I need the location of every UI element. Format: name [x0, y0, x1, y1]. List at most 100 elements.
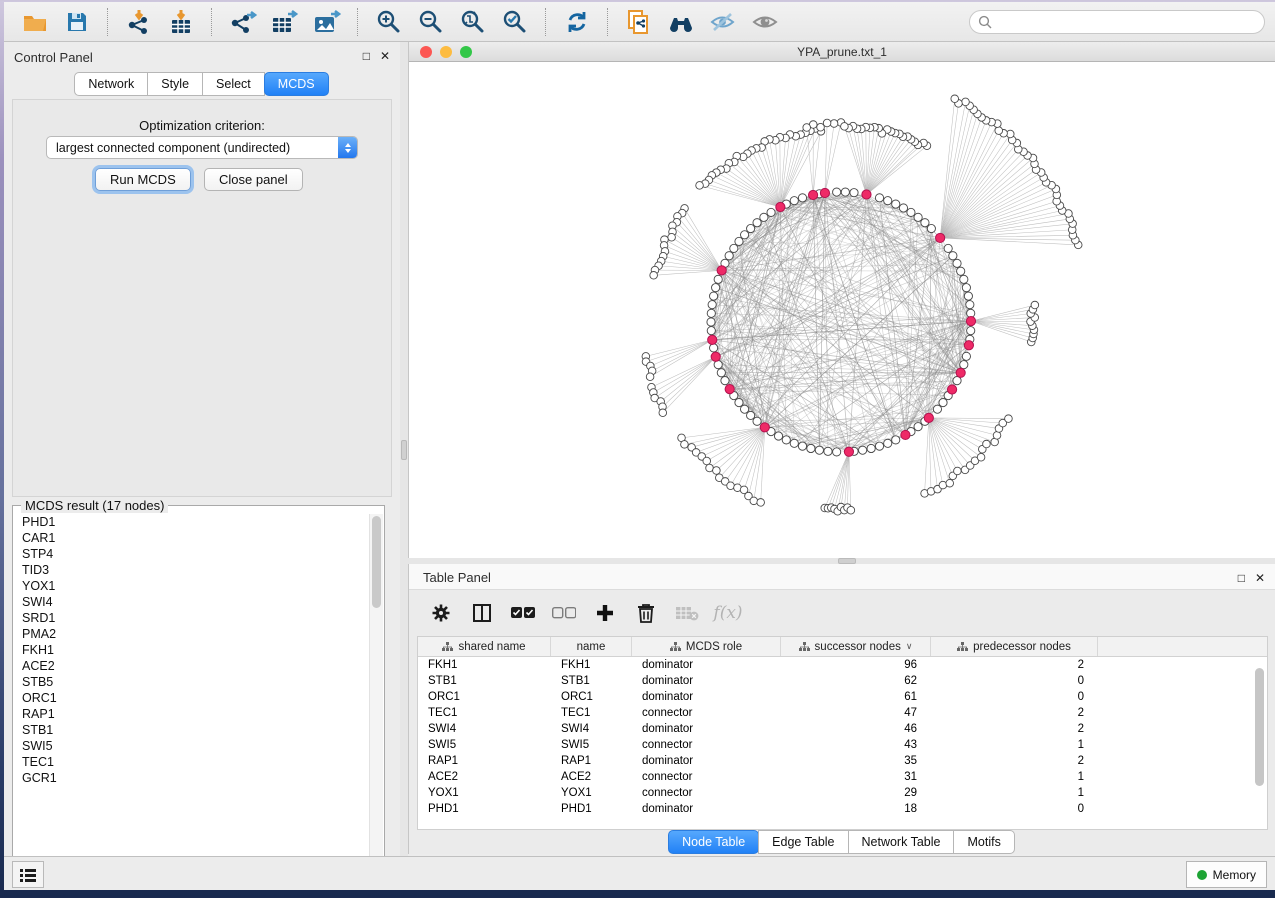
mcds-result-item[interactable]: STB1	[14, 722, 371, 738]
deselect-all-icon[interactable]	[552, 601, 576, 625]
table-row[interactable]: STB1STB1dominator620	[418, 673, 1267, 689]
first-neighbors-icon[interactable]	[666, 8, 696, 36]
network-view-window: YPA_prune.txt_1	[408, 42, 1275, 558]
splitter-handle[interactable]	[401, 440, 407, 460]
hide-selected-icon[interactable]	[708, 8, 738, 36]
optimization-criterion-label: Optimization criterion:	[13, 118, 391, 133]
mcds-result-list[interactable]: PHD1CAR1STP4TID3YOX1SWI4SRD1PMA2FKH1ACE2…	[14, 514, 371, 875]
table-row[interactable]: YOX1YOX1connector291	[418, 785, 1267, 801]
table-row[interactable]: ORC1ORC1dominator610	[418, 689, 1267, 705]
cytoscape-window: Control Panel □ ✕ NetworkStyleSelectMCDS…	[4, 2, 1275, 890]
table-row[interactable]: SWI4SWI4dominator462	[418, 721, 1267, 737]
float-panel-icon[interactable]: □	[363, 49, 370, 63]
tab-node-table[interactable]: Node Table	[668, 830, 759, 854]
mcds-result-item[interactable]: SWI5	[14, 738, 371, 754]
mcds-result-item[interactable]: PMA2	[14, 626, 371, 642]
export-image-icon[interactable]	[312, 8, 342, 36]
mcds-list-scrollbar[interactable]	[369, 514, 383, 875]
mcds-result-item[interactable]: CAR1	[14, 530, 371, 546]
table-scrollbar[interactable]	[1254, 658, 1265, 825]
mcds-result-item[interactable]: TEC1	[14, 754, 371, 770]
mcds-hub-node	[964, 341, 973, 350]
mcds-result-item[interactable]: ORC1	[14, 690, 371, 706]
show-columns-icon[interactable]	[470, 601, 494, 625]
table-row[interactable]: RAP1RAP1dominator352	[418, 753, 1267, 769]
refresh-view-icon[interactable]	[562, 8, 592, 36]
mcds-result-item[interactable]: TID3	[14, 562, 371, 578]
zoom-out-icon[interactable]	[416, 8, 446, 36]
network-window-titlebar[interactable]: YPA_prune.txt_1	[409, 42, 1275, 62]
import-table-icon[interactable]	[166, 8, 196, 36]
export-network-icon[interactable]	[228, 8, 258, 36]
panel-menu-button[interactable]	[12, 861, 44, 888]
open-session-icon[interactable]	[20, 8, 50, 36]
status-bar: Memory	[4, 856, 1275, 890]
column-attribute-icon	[442, 642, 453, 652]
zoom-selected-icon[interactable]	[500, 8, 530, 36]
import-network-icon[interactable]	[124, 8, 154, 36]
table-options-gear-icon[interactable]	[429, 601, 453, 625]
close-panel-icon[interactable]: ✕	[380, 49, 390, 63]
column-header-predecessor-nodes[interactable]: predecessor nodes	[931, 637, 1098, 656]
mcds-result-item[interactable]: SWI4	[14, 594, 371, 610]
memory-status-icon	[1197, 870, 1207, 880]
float-panel-icon[interactable]: □	[1238, 571, 1245, 585]
table-body[interactable]: FKH1FKH1dominator962STB1STB1dominator620…	[418, 657, 1267, 817]
mcds-result-item[interactable]: GCR1	[14, 770, 371, 786]
mcds-result-item[interactable]: STB5	[14, 674, 371, 690]
table-row[interactable]: PHD1PHD1dominator180	[418, 801, 1267, 817]
table-panel-title: Table Panel	[423, 570, 491, 585]
add-row-icon[interactable]	[593, 601, 617, 625]
select-all-icon[interactable]	[511, 601, 535, 625]
mcds-result-item[interactable]: RAP1	[14, 706, 371, 722]
search-field[interactable]	[969, 10, 1265, 34]
export-table-icon[interactable]	[270, 8, 300, 36]
tab-network-table[interactable]: Network Table	[848, 830, 955, 854]
network-canvas[interactable]	[409, 62, 1275, 558]
criterion-dropdown[interactable]: largest connected component (undirected)	[46, 136, 358, 159]
list-icon	[20, 868, 36, 882]
mcds-tab-content: Optimization criterion: largest connecte…	[12, 99, 392, 497]
table-header-row[interactable]: shared namenameMCDS rolesuccessor nodes∨…	[418, 637, 1267, 657]
mcds-result-legend: MCDS result (17 nodes)	[21, 498, 168, 513]
tab-network[interactable]: Network	[74, 72, 148, 96]
close-panel-icon[interactable]: ✕	[1255, 571, 1265, 585]
mcds-result-item[interactable]: SRD1	[14, 610, 371, 626]
table-tabs: Node TableEdge TableNetwork TableMotifs	[409, 830, 1275, 854]
table-row[interactable]: TEC1TEC1connector472	[418, 705, 1267, 721]
mcds-result-item[interactable]: STP4	[14, 546, 371, 562]
search-input[interactable]	[997, 14, 1264, 30]
tab-motifs[interactable]: Motifs	[953, 830, 1014, 854]
run-mcds-button[interactable]: Run MCDS	[95, 168, 191, 191]
tab-select[interactable]: Select	[202, 72, 265, 96]
column-attribute-icon	[670, 642, 681, 652]
node-table[interactable]: shared namenameMCDS rolesuccessor nodes∨…	[417, 636, 1268, 830]
column-header-successor-nodes[interactable]: successor nodes∨	[781, 637, 931, 656]
network-graph	[409, 62, 1275, 558]
tab-edge-table[interactable]: Edge Table	[758, 830, 848, 854]
clone-network-icon[interactable]	[624, 8, 654, 36]
table-row[interactable]: FKH1FKH1dominator962	[418, 657, 1267, 673]
save-session-icon[interactable]	[62, 8, 92, 36]
mcds-result-item[interactable]: PHD1	[14, 514, 371, 530]
tab-mcds[interactable]: MCDS	[264, 72, 329, 96]
close-panel-button[interactable]: Close panel	[204, 168, 303, 191]
mcds-result-group: MCDS result (17 nodes) PHD1CAR1STP4TID3Y…	[12, 505, 385, 877]
mcds-hub-node	[760, 423, 769, 432]
delete-rows-trash-icon[interactable]	[634, 601, 658, 625]
tab-style[interactable]: Style	[147, 72, 203, 96]
vertical-splitter[interactable]	[400, 42, 408, 856]
mcds-result-item[interactable]: YOX1	[14, 578, 371, 594]
sort-chevron-icon: ∨	[906, 641, 913, 652]
mcds-result-item[interactable]: ACE2	[14, 658, 371, 674]
show-hidden-icon[interactable]	[750, 8, 780, 36]
column-header-MCDS-role[interactable]: MCDS role	[632, 637, 781, 656]
column-header-shared-name[interactable]: shared name	[418, 637, 551, 656]
table-row[interactable]: ACE2ACE2connector311	[418, 769, 1267, 785]
column-header-name[interactable]: name	[551, 637, 632, 656]
zoom-fit-icon[interactable]	[458, 8, 488, 36]
mcds-result-item[interactable]: FKH1	[14, 642, 371, 658]
zoom-in-icon[interactable]	[374, 8, 404, 36]
memory-button[interactable]: Memory	[1186, 861, 1267, 888]
table-row[interactable]: SWI5SWI5connector431	[418, 737, 1267, 753]
